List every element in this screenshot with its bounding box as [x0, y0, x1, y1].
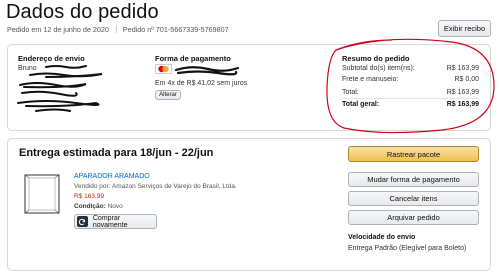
- change-payment-method-button[interactable]: Mudar forma de pagamento: [348, 172, 479, 187]
- condition-value: Novo: [107, 203, 123, 210]
- product-seller: Vendido por: Amazon Serviços de Varejo d…: [74, 183, 237, 190]
- summary-title: Resumo do pedido: [342, 54, 410, 63]
- product-image[interactable]: [21, 173, 63, 215]
- summary-row-grand-total: Total geral: R$ 163,99: [342, 101, 479, 108]
- product-condition: Condição: Novo: [74, 203, 123, 210]
- page-title: Dados do pedido: [6, 1, 159, 23]
- cancel-items-button[interactable]: Cancelar itens: [348, 191, 479, 206]
- total-value: R$ 163,99: [446, 89, 479, 96]
- redaction-scribble: [17, 65, 103, 112]
- buy-again-button[interactable]: Comprar novamente: [74, 214, 157, 229]
- refresh-icon: [77, 216, 88, 227]
- payment-title: Forma de pagamento: [155, 54, 231, 63]
- grand-total-value: R$ 163,99: [446, 101, 479, 108]
- condition-label: Condição:: [74, 203, 106, 210]
- summary-divider: [342, 98, 479, 99]
- archive-order-button[interactable]: Arquivar pedido: [348, 210, 479, 225]
- receipt-button[interactable]: Exibir recibo: [438, 20, 491, 37]
- total-label: Total:: [342, 89, 359, 96]
- grand-total-label: Total geral:: [342, 101, 380, 108]
- product-name-link[interactable]: APARADOR ARAMADO: [74, 173, 150, 180]
- shipping-address-title: Endereço de envio: [18, 54, 85, 63]
- change-payment-button[interactable]: Alterar: [155, 90, 181, 100]
- buy-again-label: Comprar novamente: [92, 214, 128, 229]
- subtotal-value: R$ 163,99: [446, 65, 479, 72]
- summary-row-subtotal: Subtotal do(s) item(ns): R$ 163,99: [342, 65, 479, 72]
- installments-text: Em 4x de R$ 41,02 sem juros: [155, 80, 248, 87]
- order-number: Pedido nº 701-5667339-5769807: [122, 25, 229, 34]
- order-date: Pedido em 12 de junho de 2020: [7, 25, 109, 34]
- product-price: R$ 163,99: [74, 193, 104, 200]
- shipping-speed-value: Entrega Padrão (Elegível para Boleto): [348, 245, 467, 252]
- shipping-label: Frete e manuseio:: [342, 76, 399, 83]
- card-redaction-scribble: [174, 66, 240, 76]
- summary-row-total: Total: R$ 163,99: [342, 89, 479, 96]
- shipping-value: R$ 0,00: [454, 76, 479, 83]
- summary-row-shipping: Frete e manuseio: R$ 0,00: [342, 76, 479, 83]
- subtotal-label: Subtotal do(s) item(ns):: [342, 65, 415, 72]
- order-meta: Pedido em 12 de junho de 2020 Pedido nº 7…: [7, 25, 229, 34]
- mastercard-icon: [155, 64, 172, 74]
- shipment-title: Entrega estimada para 18/jun - 22/jun: [19, 147, 214, 159]
- track-package-button[interactable]: Rastrear pacote: [348, 146, 479, 162]
- shipping-speed-title: Velocidade do envio: [348, 234, 416, 241]
- divider: [115, 25, 117, 33]
